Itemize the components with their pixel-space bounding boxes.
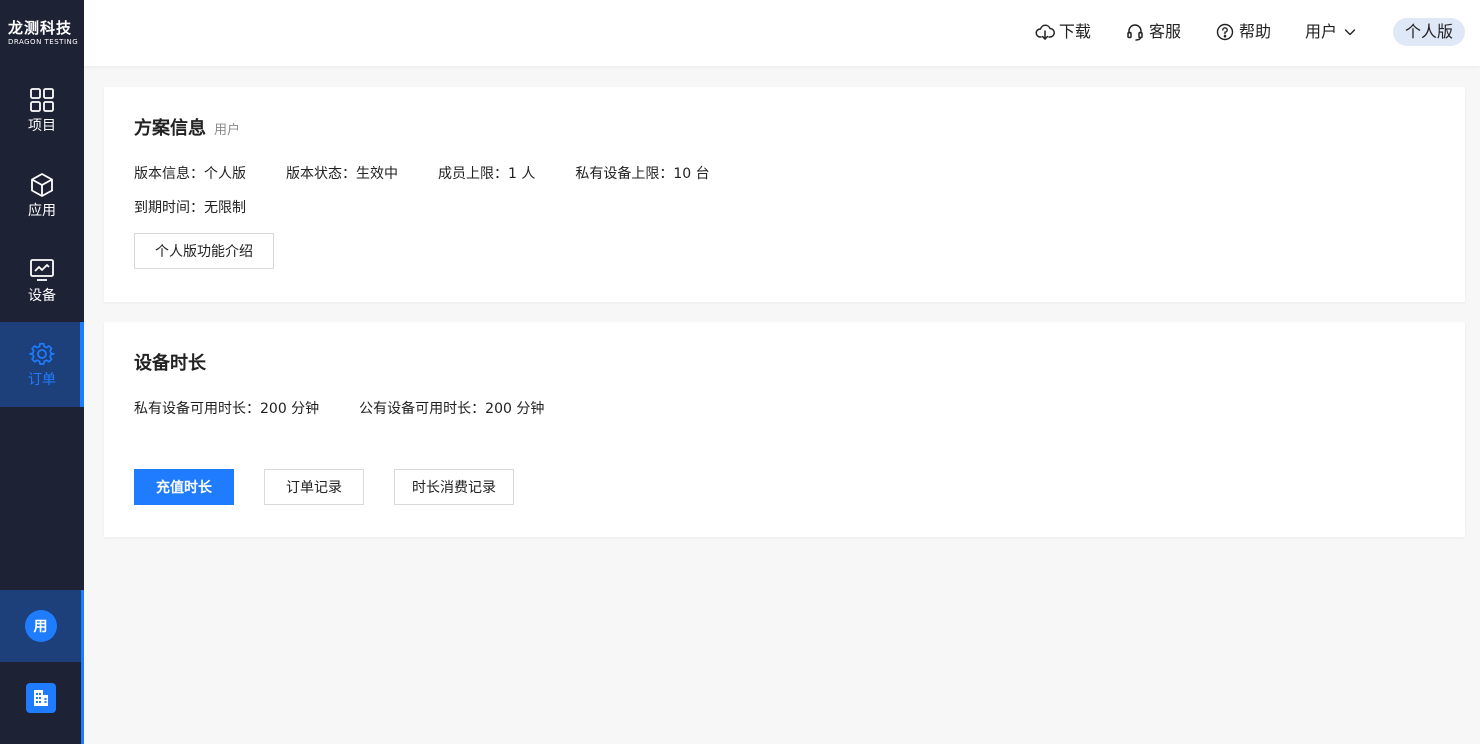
- plan-info-title: 方案信息 用户: [134, 114, 240, 140]
- device-duration-card: 设备时长 私有设备可用时长：200 分钟 公有设备可用时长：200 分钟 充值时…: [104, 322, 1465, 537]
- org-switcher[interactable]: [0, 670, 81, 726]
- edition-badge[interactable]: 个人版: [1392, 18, 1465, 46]
- plan-info-row: 版本信息：个人版 版本状态：生效中 成员上限：1 人 私有设备上限：10 台: [134, 163, 750, 183]
- download-label: 下载: [1058, 22, 1091, 41]
- order-records-button[interactable]: 订单记录: [264, 469, 364, 505]
- gear-icon: [29, 342, 55, 365]
- logo-subtitle: DRAGON TESTING: [8, 38, 79, 46]
- cloud-download-icon: [1035, 24, 1055, 40]
- help-circle-icon: [1216, 23, 1234, 41]
- sidebar-item-label: 项目: [28, 117, 56, 134]
- expiry-time: 到期时间：无限制: [134, 200, 246, 216]
- user-label: 用户: [1304, 22, 1337, 41]
- public-device-time: 公有设备可用时长：200 分钟: [359, 401, 545, 417]
- plan-subtitle: 用户: [214, 123, 241, 138]
- headset-icon: [1127, 24, 1143, 41]
- sidebar-item-projects[interactable]: 项目: [0, 68, 84, 153]
- plan-expiry-row: 到期时间：无限制: [134, 197, 286, 217]
- help-button[interactable]: 帮助: [1215, 18, 1271, 46]
- device-duration-title: 设备时长: [134, 353, 206, 374]
- user-dropdown[interactable]: 用户: [1305, 18, 1357, 46]
- app-root: 龙测科技 DRAGON TESTING 项目 应用 设备 订单 用 下载 客服 …: [0, 0, 1480, 744]
- header-actions: 下载 客服 帮助 用户 个人版: [1001, 18, 1465, 46]
- logo[interactable]: 龙测科技 DRAGON TESTING: [0, 0, 84, 68]
- plan-title-text: 方案信息: [134, 118, 206, 139]
- sidebar-item-orders[interactable]: 订单: [0, 322, 84, 407]
- private-device-time: 私有设备可用时长：200 分钟: [134, 401, 320, 417]
- download-button[interactable]: 下载: [1035, 18, 1091, 46]
- private-device-limit: 私有设备上限：10 台: [575, 166, 710, 182]
- building-icon[interactable]: [25, 683, 56, 713]
- user-menu[interactable]: 用: [0, 590, 81, 662]
- sidebar-item-apps[interactable]: 应用: [0, 153, 84, 238]
- member-limit: 成员上限：1 人: [438, 166, 536, 182]
- edition-intro-button[interactable]: 个人版功能介绍: [134, 233, 274, 269]
- cube-icon: [31, 172, 53, 197]
- recharge-button[interactable]: 充值时长: [134, 469, 234, 505]
- duration-info-row: 私有设备可用时长：200 分钟 公有设备可用时长：200 分钟: [134, 398, 584, 418]
- sidebar-item-devices[interactable]: 设备: [0, 238, 84, 323]
- sidebar-item-label: 应用: [28, 202, 56, 219]
- chevron-down-icon: [1344, 29, 1356, 36]
- plan-info-card: 方案信息 用户 版本信息：个人版 版本状态：生效中 成员上限：1 人 私有设备上限…: [104, 87, 1465, 302]
- version-info: 版本信息：个人版: [134, 166, 246, 182]
- logo-name: 龙测科技: [8, 19, 73, 37]
- sidebar-item-label: 订单: [28, 371, 56, 388]
- version-status: 版本状态：生效中: [286, 166, 398, 182]
- avatar[interactable]: 用: [24, 610, 57, 642]
- help-label: 帮助: [1238, 22, 1271, 41]
- monitor-icon: [30, 258, 54, 281]
- sidebar-item-label: 设备: [28, 287, 56, 304]
- top-header: 下载 客服 帮助 用户 个人版: [84, 0, 1480, 66]
- grid-icon: [30, 87, 54, 112]
- sidebar-bottom: 用: [0, 590, 84, 744]
- support-button[interactable]: 客服: [1125, 18, 1181, 46]
- usage-records-button[interactable]: 时长消费记录: [394, 469, 514, 505]
- support-label: 客服: [1148, 22, 1181, 41]
- sidebar: 龙测科技 DRAGON TESTING 项目 应用 设备 订单 用: [0, 0, 84, 744]
